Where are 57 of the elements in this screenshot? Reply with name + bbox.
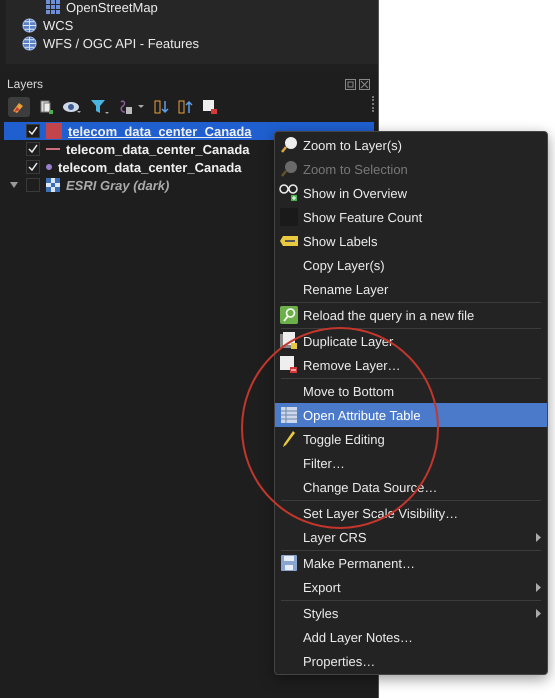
collapse-all-icon[interactable] [178,99,194,115]
table-icon [281,407,297,423]
magnifier-icon [280,160,298,178]
menu-item[interactable]: Open Attribute Table [275,403,547,427]
remove-icon [280,356,298,374]
checkbox[interactable] [26,142,40,156]
search-icon [280,306,298,324]
float-icon[interactable] [345,78,356,90]
checkbox[interactable] [26,160,40,174]
magnifier-icon [280,136,298,154]
style-tool-icon[interactable] [8,97,30,117]
browser-item[interactable]: WFS / OGC API - Features [43,36,200,50]
menu-item[interactable]: Reload the query in a new file [275,303,547,327]
menu-item[interactable]: Rename Layer [275,277,547,301]
checkbox[interactable] [26,124,40,138]
eye-icon[interactable] [62,100,82,114]
point-symbol-icon [46,164,52,170]
expression-icon[interactable] [118,99,146,115]
browser-item[interactable]: WCS [43,18,74,32]
globe-icon [22,36,37,50]
layer-name: telecom_data_center_Canada [66,142,250,156]
fill-symbol-icon [46,123,62,139]
checkbox[interactable] [26,178,40,192]
menu-item[interactable]: Copy Layer(s) [275,253,547,277]
menu-item[interactable]: Add Layer Notes… [275,625,547,649]
menu-item[interactable]: Styles [275,601,547,625]
menu-item[interactable]: Properties… [275,649,547,673]
menu-item[interactable]: Layer CRS [275,525,547,549]
remove-layer-icon[interactable] [202,99,218,115]
line-symbol-icon [46,148,60,150]
expand-arrow-icon[interactable] [10,182,18,188]
menu-item[interactable]: Move to Bottom [275,379,547,403]
layer-name: ESRI Gray (dark) [66,178,170,192]
menu-item[interactable]: Remove Layer… [275,353,547,377]
label-icon [280,236,298,246]
menu-item[interactable]: Toggle Editing [275,427,547,451]
layer-name: telecom_data_center_Canada [58,160,242,174]
add-group-icon[interactable] [38,99,54,115]
menu-item[interactable]: Make Permanent… [275,551,547,575]
menu-item[interactable]: Show in Overview [275,181,547,205]
duplicate-icon [280,332,298,350]
menu-item[interactable]: Export [275,575,547,599]
menu-item[interactable]: Show Feature Count [275,205,547,229]
close-icon[interactable] [359,78,370,90]
raster-icon [46,178,60,192]
expand-all-icon[interactable] [154,99,170,115]
panel-title: Layers [7,77,44,91]
filter-icon[interactable] [90,99,110,115]
floppy-icon [281,555,297,571]
layer-name: telecom_data_center_Canada [68,124,252,138]
browser-item[interactable]: OpenStreetMap [66,0,158,14]
pencil-icon [282,430,296,448]
grid-icon [46,0,60,14]
globe-icon [22,18,37,32]
menu-item[interactable]: Filter… [275,451,547,475]
glasses-icon [279,184,299,202]
menu-item[interactable]: Show Labels [275,229,547,253]
